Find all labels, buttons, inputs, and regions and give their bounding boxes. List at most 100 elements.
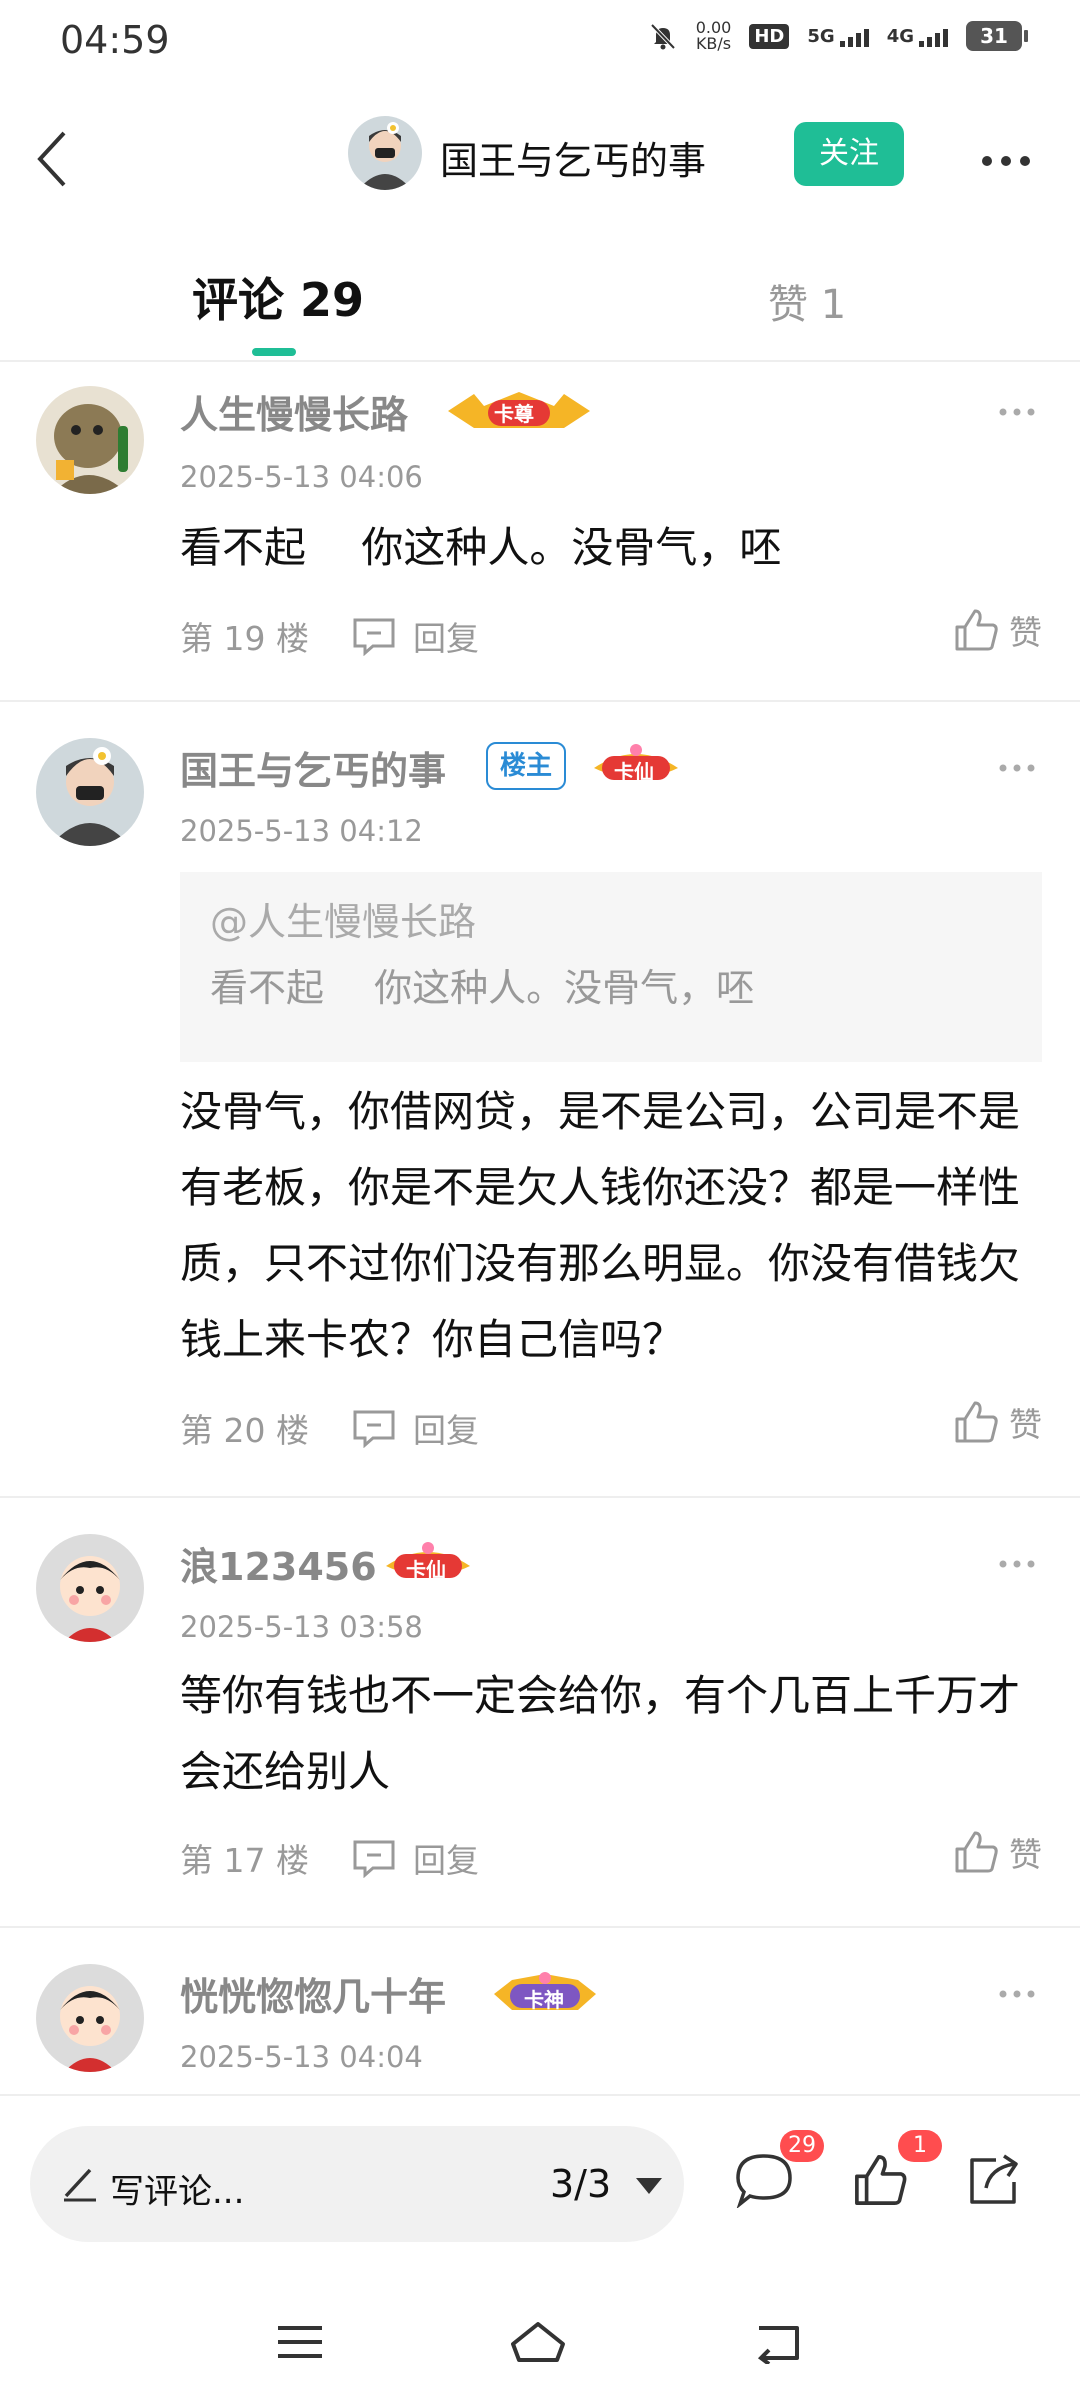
return-button[interactable]	[748, 2312, 808, 2372]
more-icon	[999, 764, 1035, 772]
quoted-text: 看不起 你这种人。没骨气，呸	[210, 966, 755, 1010]
signal-4g-icon: 4G	[887, 26, 948, 47]
comment-more-button[interactable]	[998, 742, 1036, 782]
level-badge: 卡神	[490, 1970, 600, 2016]
level-badge-label: 卡仙	[614, 760, 654, 784]
like-count-badge: 1	[898, 2130, 942, 2162]
more-icon	[999, 408, 1035, 416]
home-icon	[511, 2322, 565, 2362]
comment-text: 等你有钱也不一定会给你，有个几百上千万才会还给别人	[180, 1671, 1021, 1796]
write-comment-input[interactable]: 写评论... 3/3	[30, 2126, 684, 2242]
reply-label: 回复	[412, 619, 479, 658]
like-icon	[955, 1831, 998, 1873]
quoted-user: @人生慢慢长路	[210, 900, 477, 944]
comment-date: 2025-5-13 03:58	[180, 1610, 423, 1644]
more-options-button[interactable]	[980, 132, 1032, 178]
tab-bar: 评论 29 赞 1	[0, 234, 1080, 362]
level-badge: 卡仙	[380, 1540, 476, 1586]
comment-footer: 第 17 楼 回复 赞	[180, 1828, 1042, 1888]
quoted-comment[interactable]: @人生慢慢长路 看不起 你这种人。没骨气，呸	[180, 872, 1042, 1062]
like-label: 赞	[1009, 1835, 1042, 1874]
status-time: 04:59	[60, 18, 170, 62]
level-badge-label: 卡仙	[406, 1558, 446, 1582]
comment-item: 国王与乞丐的事 楼主 卡仙 2025-5-13 04:12 @人生慢慢长路 看不…	[0, 702, 1080, 1498]
home-button[interactable]	[508, 2312, 568, 2372]
more-icon	[999, 1990, 1035, 1998]
tab-likes[interactable]: 赞 1	[768, 272, 846, 330]
tab-comments-count: 29	[300, 273, 365, 327]
share-icon	[970, 2154, 1018, 2204]
share-button[interactable]	[962, 2148, 1026, 2212]
commenter-name[interactable]: 国王与乞丐的事	[180, 740, 446, 795]
comment-text: 没骨气，你借网贷，是不是公司，公司是不是有老板，你是不是欠人钱你还没？都是一样性…	[180, 1087, 1021, 1364]
commenter-avatar[interactable]	[36, 1964, 144, 2072]
like-button[interactable]: 赞	[953, 1398, 1042, 1446]
comment-date: 2025-5-13 04:06	[180, 460, 423, 494]
floor-number: 第 19 楼	[180, 619, 309, 658]
commenter-name[interactable]: 人生慢慢长路	[180, 384, 408, 439]
floor-number: 第 17 楼	[180, 1841, 309, 1880]
reply-icon	[353, 1410, 395, 1448]
comment-item: 浪123456 卡仙 2025-5-13 03:58 等你有钱也不一定会给你，有…	[0, 1498, 1080, 1928]
pencil-icon	[64, 2168, 96, 2202]
commenter-avatar[interactable]	[36, 386, 144, 494]
system-nav-bar	[0, 2280, 1080, 2400]
signal-5g-label: 5G	[807, 25, 835, 47]
reply-button[interactable]: 回复	[351, 612, 479, 660]
like-icon	[955, 1401, 998, 1443]
post-author-title: 国王与乞丐的事	[440, 139, 707, 183]
signal-5g-icon: 5G	[807, 25, 869, 47]
commenter-avatar[interactable]	[36, 738, 144, 846]
follow-button[interactable]: 关注	[794, 122, 904, 186]
comment-icon	[736, 2154, 792, 2208]
status-icons: 0.00 KB/s HD 5G 4G 31	[648, 20, 1028, 52]
like-button[interactable]: 赞	[953, 1828, 1042, 1876]
net-speed: 0.00 KB/s	[696, 20, 732, 52]
comment-footer: 第 19 楼 回复 赞	[180, 606, 1042, 666]
menu-button[interactable]	[270, 2312, 330, 2372]
floor-number: 第 20 楼	[180, 1411, 309, 1450]
comment-more-button[interactable]	[998, 1538, 1036, 1578]
reply-icon	[353, 618, 395, 656]
commenter-name[interactable]: 恍恍惚惚几十年	[180, 1966, 446, 2021]
level-badge-label: 卡神	[524, 1988, 564, 2012]
write-comment-placeholder: 写评论...	[110, 2172, 245, 2212]
comment-date: 2025-5-13 04:04	[180, 2040, 423, 2074]
more-icon	[999, 1560, 1035, 1568]
reply-label: 回复	[412, 1411, 479, 1450]
level-badge: 卡尊	[444, 388, 594, 434]
tab-comments-label: 评论	[192, 273, 284, 327]
tab-comments[interactable]: 评论 29	[192, 264, 364, 330]
page-indicator[interactable]: 3/3	[550, 2162, 611, 2206]
reply-icon	[353, 1840, 395, 1878]
level-badge-label: 卡尊	[494, 402, 534, 426]
comment-item: 恍恍惚惚几十年 卡神 2025-5-13 04:04	[0, 1928, 1080, 2094]
comment-date: 2025-5-13 04:12	[180, 814, 423, 848]
signal-4g-label: 4G	[886, 25, 914, 47]
caret-down-icon[interactable]	[636, 2178, 662, 2194]
battery-icon: 31	[966, 21, 1028, 51]
back-button[interactable]	[22, 124, 82, 194]
return-icon	[757, 2326, 799, 2364]
reply-button[interactable]: 回复	[351, 1404, 479, 1452]
like-label: 赞	[1009, 1405, 1042, 1444]
owner-tag: 楼主	[486, 742, 567, 790]
comment-more-button[interactable]	[998, 1968, 1036, 2008]
author-avatar[interactable]	[348, 116, 422, 190]
mute-bell-icon	[650, 23, 676, 50]
commenter-avatar[interactable]	[36, 1534, 144, 1642]
commenter-name[interactable]: 浪123456	[180, 1536, 377, 1591]
reply-label: 回复	[412, 1841, 479, 1880]
like-label: 赞	[1009, 613, 1042, 652]
hd-icon: HD	[749, 23, 790, 49]
comment-more-button[interactable]	[998, 386, 1036, 426]
menu-icon	[278, 2326, 322, 2358]
post-header: 国王与乞丐的事 关注	[0, 84, 1080, 234]
net-speed-unit: KB/s	[695, 34, 732, 53]
reply-button[interactable]: 回复	[351, 1834, 479, 1882]
back-icon	[37, 131, 66, 187]
comment-text: 看不起 你这种人。没骨气，呸	[180, 523, 782, 572]
status-bar: 04:59 0.00 KB/s HD 5G 4G 31	[0, 0, 1080, 84]
like-icon	[955, 609, 998, 651]
like-button[interactable]: 赞	[953, 606, 1042, 654]
